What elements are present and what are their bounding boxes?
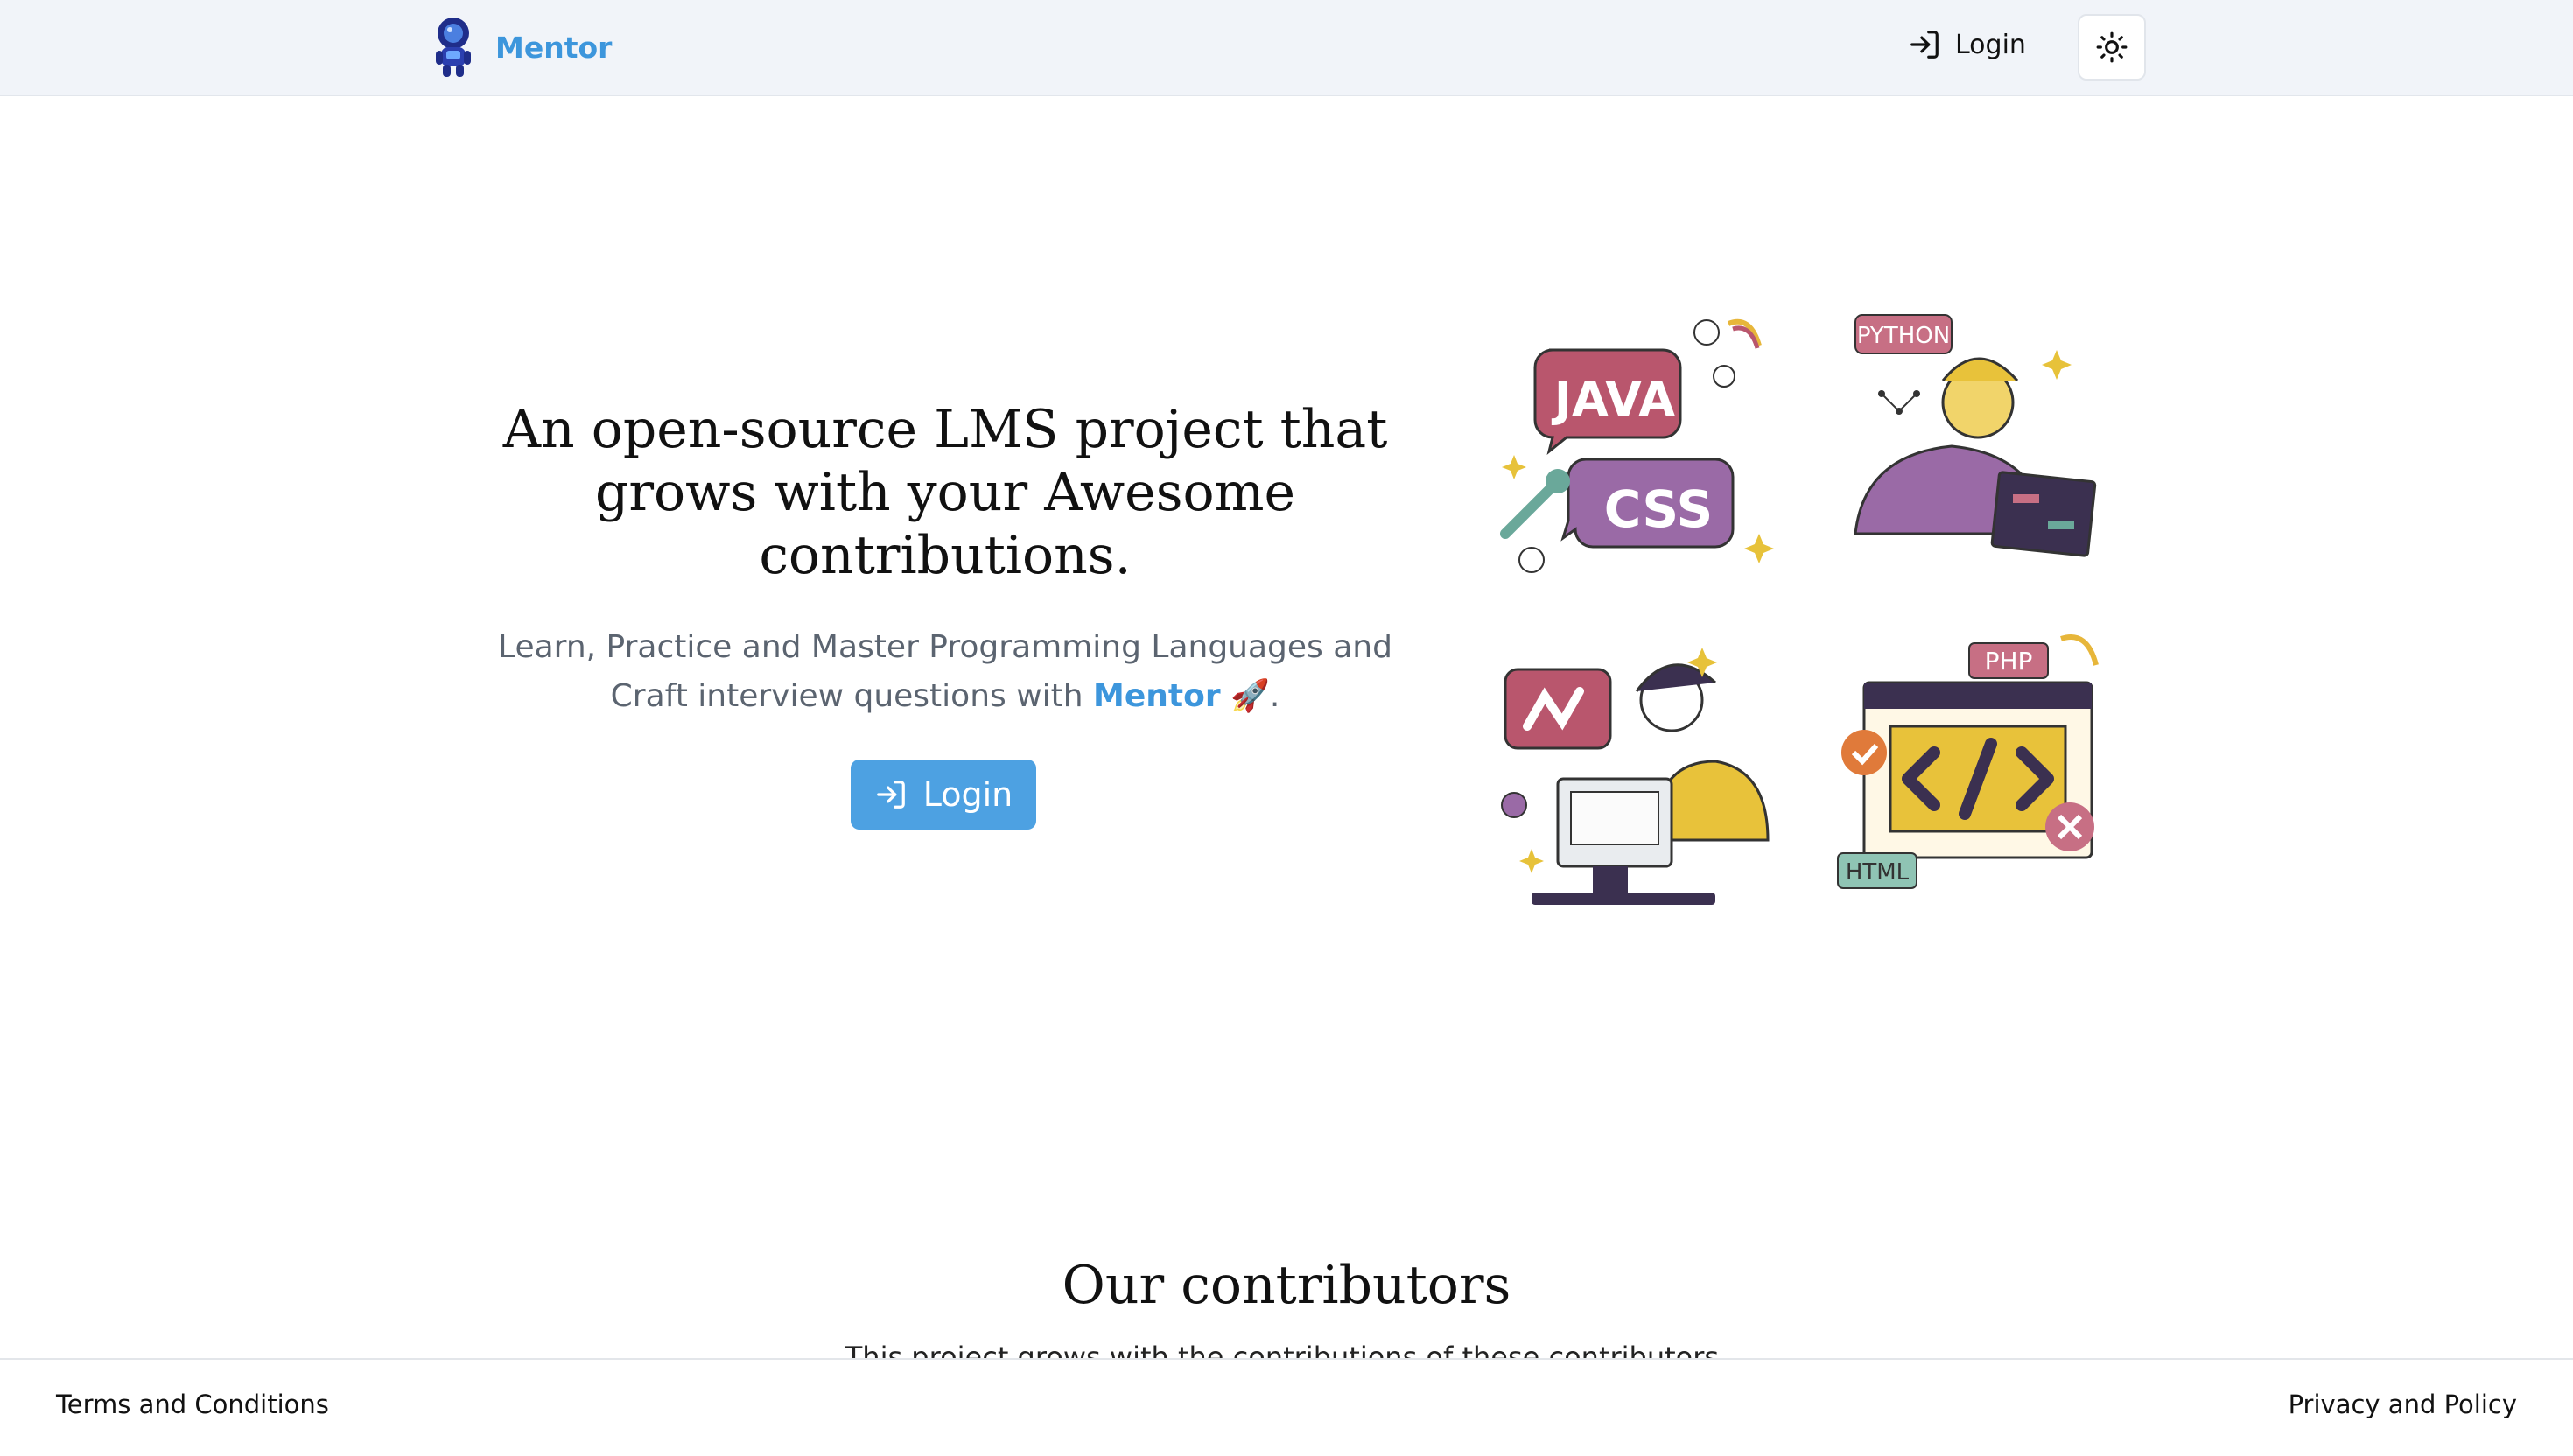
html-label: HTML <box>1846 859 1910 886</box>
hero-login-button[interactable]: Login <box>851 760 1036 830</box>
terms-link[interactable]: Terms and Conditions <box>56 1390 329 1419</box>
contributors-subtitle: This project grows with the contribution… <box>845 1340 1728 1359</box>
php-label: PHP <box>1985 647 2033 676</box>
hero-subtitle: Learn, Practice and Master Programming L… <box>455 623 1435 721</box>
hero-subtitle-end: 🚀. <box>1220 678 1280 714</box>
developer-illustration <box>1497 630 1785 919</box>
hero-title: An open-source LMS project that grows wi… <box>502 399 1388 586</box>
top-navbar: Mentor Login <box>0 0 2573 96</box>
login-icon <box>876 780 905 808</box>
brand-name: Mentor <box>495 30 613 65</box>
theme-toggle-button[interactable] <box>2078 14 2146 80</box>
php-html-illustration: PHP HTML <box>1829 630 2118 919</box>
python-illustration: PYTHON <box>1829 298 2118 586</box>
contributors-title: Our contributors <box>1062 1255 1511 1316</box>
footer: Terms and Conditions Privacy and Policy <box>0 1358 2573 1456</box>
css-label: CSS <box>1604 480 1714 539</box>
java-css-illustration: JAVA CSS <box>1497 298 1785 586</box>
hero-subtitle-brand: Mentor <box>1093 678 1221 714</box>
python-label: PYTHON <box>1857 323 1950 349</box>
nav-login-button[interactable]: Login <box>1908 28 2026 61</box>
sun-icon <box>2096 32 2128 63</box>
astronaut-logo-icon <box>436 18 471 77</box>
hero-login-label: Login <box>922 775 1013 814</box>
login-icon <box>1910 31 1939 59</box>
brand-logo[interactable]: Mentor <box>429 16 612 79</box>
privacy-link[interactable]: Privacy and Policy <box>2289 1390 2517 1419</box>
nav-login-label: Login <box>1955 29 2026 60</box>
java-label: JAVA <box>1551 372 1675 427</box>
